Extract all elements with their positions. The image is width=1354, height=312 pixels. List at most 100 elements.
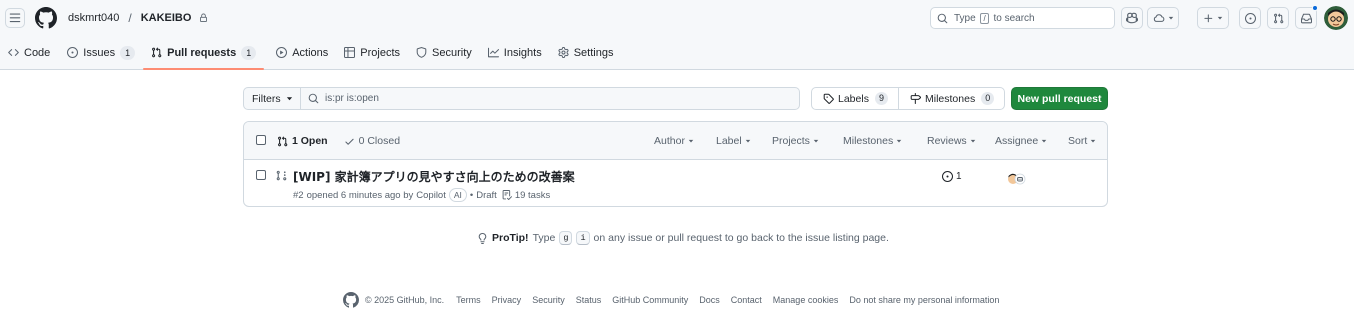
git-pull-request-draft-icon (276, 170, 287, 181)
app-header: dskmrt040 / KAKEIBO Type / to search Cod… (0, 0, 1354, 70)
triangle-down-icon (1168, 16, 1173, 20)
milestones-button[interactable]: Milestones 0 (899, 88, 995, 109)
labels-count: 9 (874, 92, 888, 105)
assignee-avatars[interactable] (1007, 172, 1029, 186)
footer-link-do-not-share[interactable]: Do not share my personal information (849, 295, 999, 305)
tab-settings-label: Settings (573, 46, 614, 59)
footer-copyright: © 2025 GitHub, Inc. (365, 295, 445, 305)
triangle-down-icon (286, 97, 292, 101)
checklist-icon (502, 190, 512, 200)
footer-link-terms[interactable]: Terms (456, 295, 481, 305)
your-issues-button[interactable] (1239, 7, 1261, 29)
triangle-down-icon (970, 139, 975, 143)
filters-dropdown-button[interactable]: Filters (243, 87, 301, 110)
closed-state-link[interactable]: 0 Closed (344, 135, 400, 147)
hamburger-menu-button[interactable] (5, 8, 25, 28)
triangle-down-icon (745, 139, 750, 143)
row-select-checkbox[interactable] (256, 170, 266, 180)
select-all-checkbox[interactable] (256, 135, 266, 145)
label-filter-dropdown[interactable]: Label (716, 135, 751, 147)
codespaces-dropdown-button[interactable] (1147, 7, 1179, 29)
pr-title-link[interactable]: [WIP] 家計簿アプリの見やすさ向上のための改善案 (293, 168, 575, 185)
sort-dropdown[interactable]: Sort (1068, 135, 1096, 147)
milestones-filter-dropdown[interactable]: Milestones (843, 135, 902, 147)
git-pull-request-icon (278, 135, 288, 146)
open-count-label: 1 Open (292, 135, 328, 147)
tab-insights[interactable]: Insights (480, 40, 550, 65)
footer-link-contact[interactable]: Contact (731, 295, 762, 305)
global-search-input[interactable]: Type / to search (930, 7, 1115, 29)
code-icon (8, 49, 19, 56)
open-state-link[interactable]: 1 Open (277, 135, 328, 147)
pull-request-list-header: 1 Open 0 Closed Author Label Projects Mi… (244, 122, 1107, 160)
tab-actions[interactable]: Actions (268, 40, 336, 65)
triangle-down-icon (813, 139, 819, 143)
page-footer: © 2025 GitHub, Inc. Terms Privacy Securi… (343, 292, 999, 308)
search-prefix-text: Type (954, 12, 976, 24)
pr-author-link[interactable]: Copilot (416, 190, 446, 201)
tab-insights-label: Insights (503, 46, 542, 59)
pr-search-input[interactable]: is:pr is:open (301, 87, 800, 110)
projects-filter-dropdown[interactable]: Projects (772, 135, 819, 147)
new-pull-request-button[interactable]: New pull request (1011, 87, 1108, 110)
state-filter: 1 Open 0 Closed (277, 135, 400, 147)
breadcrumb: dskmrt040 / KAKEIBO (68, 11, 208, 25)
tab-pull-requests-count: 1 (241, 45, 257, 60)
tab-settings[interactable]: Settings (550, 40, 622, 65)
tab-code[interactable]: Code (0, 40, 58, 65)
tab-pull-requests[interactable]: Pull requests 1 (143, 40, 265, 70)
create-new-dropdown-button[interactable] (1197, 7, 1229, 29)
protip-after: on any issue or pull request to go back … (593, 232, 889, 244)
meta-dot: • (469, 189, 474, 201)
search-icon (308, 93, 319, 104)
tab-security-label: Security (432, 46, 472, 59)
footer-link-status[interactable]: Status (576, 295, 602, 305)
light-bulb-icon (478, 232, 487, 244)
breadcrumb-separator: / (128, 11, 132, 25)
protip: ProTip! Type g i on any issue or pull re… (477, 231, 889, 245)
tab-code-label: Code (24, 46, 51, 59)
plus-icon (1204, 13, 1213, 22)
review-status[interactable]: 1 (942, 171, 962, 182)
user-avatar[interactable] (1324, 6, 1348, 30)
graph-icon (487, 47, 499, 58)
pr-tasks[interactable]: 19 tasks (515, 190, 550, 201)
tab-issues-label: Issues (83, 46, 116, 59)
footer-link-manage-cookies[interactable]: Manage cookies (773, 295, 839, 305)
protip-key-g: g (559, 231, 573, 245)
footer-link-privacy[interactable]: Privacy (492, 295, 522, 305)
pr-search-query: is:pr is:open (325, 93, 379, 104)
search-shortcut-key: / (980, 12, 989, 24)
breadcrumb-repo-link[interactable]: KAKEIBO (141, 12, 192, 24)
lock-icon (199, 13, 208, 23)
assignee-filter-dropdown[interactable]: Assignee (995, 135, 1047, 147)
copilot-button[interactable] (1121, 7, 1143, 29)
inbox-icon (1300, 13, 1312, 23)
author-filter-dropdown[interactable]: Author (654, 135, 694, 147)
gear-icon (558, 47, 569, 58)
footer-link-docs[interactable]: Docs (699, 295, 720, 305)
tab-security[interactable]: Security (408, 40, 480, 65)
play-icon (276, 47, 288, 58)
reviews-filter-dropdown[interactable]: Reviews (927, 135, 976, 147)
labels-button[interactable]: Labels 9 (812, 88, 899, 109)
shield-icon (416, 47, 427, 58)
footer-link-community[interactable]: GitHub Community (612, 295, 688, 305)
issue-opened-icon (1244, 12, 1256, 24)
tab-issues[interactable]: Issues 1 (59, 40, 143, 65)
tab-projects[interactable]: Projects (336, 40, 408, 65)
github-logo-icon[interactable] (35, 7, 57, 29)
tab-issues-count: 1 (120, 45, 136, 60)
triangle-down-icon (1041, 139, 1047, 143)
ai-badge: AI (448, 188, 467, 202)
closed-count-label: 0 Closed (358, 135, 401, 147)
author-filter-label: Author (654, 135, 685, 147)
footer-link-security[interactable]: Security (532, 295, 565, 305)
review-count: 1 (956, 171, 962, 182)
your-pull-requests-button[interactable] (1267, 7, 1289, 29)
breadcrumb-owner-link[interactable]: dskmrt040 (68, 12, 119, 24)
triangle-down-icon (688, 139, 694, 143)
tag-icon (823, 93, 834, 104)
projects-filter-label: Projects (772, 135, 810, 147)
github-footer-logo-icon[interactable] (343, 292, 359, 308)
